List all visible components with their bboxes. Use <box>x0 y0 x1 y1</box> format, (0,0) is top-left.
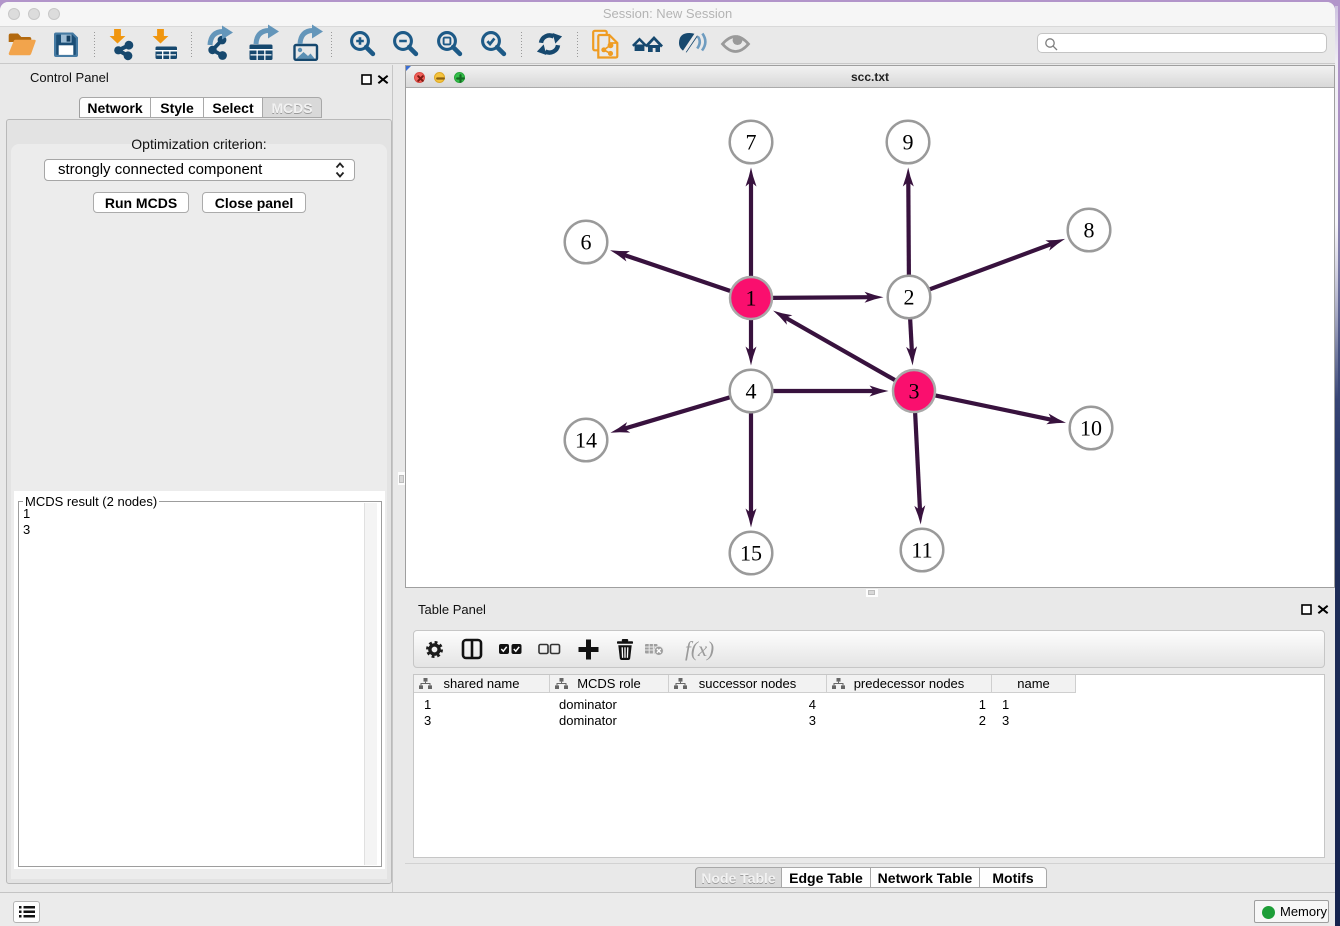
svg-text:1: 1 <box>746 286 757 311</box>
svg-text:7: 7 <box>746 130 757 155</box>
svg-text:10: 10 <box>1080 416 1102 441</box>
svg-text:f(x): f(x) <box>685 637 714 661</box>
svg-text:4: 4 <box>746 379 757 404</box>
svg-text:2: 2 <box>904 285 915 310</box>
svg-text:3: 3 <box>909 379 920 404</box>
svg-text:9: 9 <box>903 130 914 155</box>
svg-text:11: 11 <box>911 538 932 563</box>
svg-text:15: 15 <box>740 541 762 566</box>
svg-text:14: 14 <box>575 428 597 453</box>
svg-text:8: 8 <box>1084 218 1095 243</box>
svg-text:6: 6 <box>581 230 592 255</box>
